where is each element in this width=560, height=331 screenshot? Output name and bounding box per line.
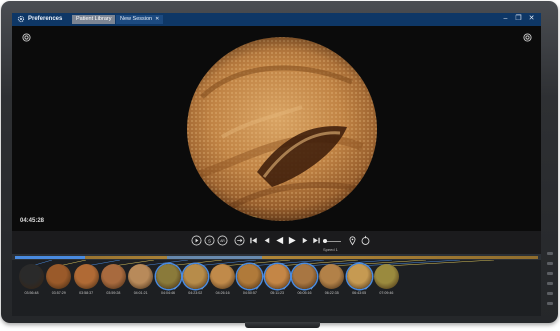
- thumbnail-timestamp: 03:58:37: [79, 291, 94, 295]
- timeline-bar[interactable]: [15, 255, 538, 259]
- first-frame-icon[interactable]: [248, 235, 259, 246]
- check-icon: ✓: [364, 286, 369, 292]
- monitor-button[interactable]: [547, 282, 553, 285]
- speed-slider-handle[interactable]: [323, 239, 327, 243]
- location-pin-icon[interactable]: [347, 235, 358, 246]
- restore-icon[interactable]: ❐: [514, 14, 523, 24]
- thumbnail[interactable]: [100, 264, 126, 289]
- preferences-label[interactable]: Preferences: [28, 15, 62, 24]
- thumbnail-timestamp: 07:09:46: [379, 291, 394, 295]
- thumbnail-timestamp: 04:50:57: [242, 291, 257, 295]
- check-icon: ✓: [255, 286, 260, 292]
- check-icon: ✓: [282, 286, 287, 292]
- monitor-power-button[interactable]: [547, 302, 553, 305]
- play-mode-icon[interactable]: [191, 235, 202, 246]
- thumbnail-timestamp: 04:26:16: [215, 291, 230, 295]
- app-window: Preferences Patient Library New Session ✕…: [12, 13, 541, 316]
- thumbnail-timestamp: 04:01:21: [133, 291, 148, 295]
- play-icon[interactable]: [287, 235, 298, 246]
- thumbnail-timestamp: 04:23:02: [188, 291, 203, 295]
- close-tab-icon[interactable]: ✕: [155, 16, 159, 22]
- thumbnail-timestamp: 06:43:05: [352, 291, 367, 295]
- step-forward-icon[interactable]: [300, 235, 311, 246]
- thumbnail[interactable]: [19, 264, 44, 289]
- check-icon: ✓: [173, 286, 178, 292]
- fullscreen-icon[interactable]: [22, 33, 31, 42]
- video-timecode: 04:45:28: [20, 218, 45, 224]
- tab-label: New Session: [120, 16, 153, 22]
- gear-icon[interactable]: [17, 15, 25, 23]
- thumbnail-timestamp: 06:05:16: [297, 291, 312, 295]
- thumbnail[interactable]: [73, 264, 99, 289]
- thumbnail[interactable]: [46, 264, 72, 289]
- thumbnail-strip: 03:56:48 03:57:29 03:58:37 03:59:28 04:01:21…: [12, 260, 541, 316]
- thumbnail-timestamp: 06:22:35: [324, 291, 339, 295]
- refresh-icon[interactable]: [360, 235, 371, 246]
- settings-icon[interactable]: [523, 33, 532, 42]
- thumbnail-timestamp: 03:57:29: [51, 291, 66, 295]
- connector-line: [386, 260, 495, 267]
- tab-patient-library[interactable]: Patient Library: [72, 15, 116, 24]
- monitor-stand: [245, 322, 320, 328]
- timeline-progress: [15, 255, 85, 259]
- close-icon[interactable]: ✕: [527, 14, 536, 24]
- skip-mode-icon[interactable]: S: [204, 235, 215, 246]
- monitor-button[interactable]: [547, 262, 553, 265]
- monitor-button[interactable]: [547, 272, 553, 275]
- thumbnail-timestamp: 04:04:46: [161, 291, 175, 295]
- thumbnail[interactable]: [373, 264, 399, 289]
- playback-controls: S AR Speed 1: [12, 231, 541, 254]
- check-icon: ✓: [310, 286, 315, 292]
- svg-text:AR: AR: [220, 239, 225, 243]
- loop-icon[interactable]: [234, 235, 245, 246]
- step-back-icon[interactable]: [261, 235, 272, 246]
- thumbnail[interactable]: [319, 264, 345, 289]
- thumbnail[interactable]: [210, 264, 236, 289]
- speed-label: Speed 1: [323, 247, 338, 252]
- capsule-endoscopy-frame: [187, 37, 377, 221]
- monitor-button[interactable]: [547, 292, 553, 295]
- check-icon: ✓: [200, 286, 205, 292]
- minimize-icon[interactable]: –: [501, 14, 510, 24]
- thumbnail-timestamp: 03:56:48: [24, 291, 39, 295]
- svg-text:S: S: [208, 238, 211, 243]
- tab-label: Patient Library: [76, 16, 112, 22]
- thumbnail-timestamp: 05:11:23: [270, 291, 285, 295]
- thumbnail[interactable]: [128, 264, 154, 289]
- play-reverse-icon[interactable]: [274, 235, 285, 246]
- last-frame-icon[interactable]: [311, 235, 322, 246]
- title-bar: Preferences Patient Library New Session ✕…: [12, 13, 541, 26]
- thumbnail-timestamp: 03:59:28: [106, 291, 121, 295]
- tab-new-session[interactable]: New Session ✕: [116, 15, 164, 24]
- auto-mode-icon[interactable]: AR: [217, 235, 228, 246]
- timeline-segment[interactable]: [167, 255, 262, 259]
- monitor-button[interactable]: [547, 252, 553, 255]
